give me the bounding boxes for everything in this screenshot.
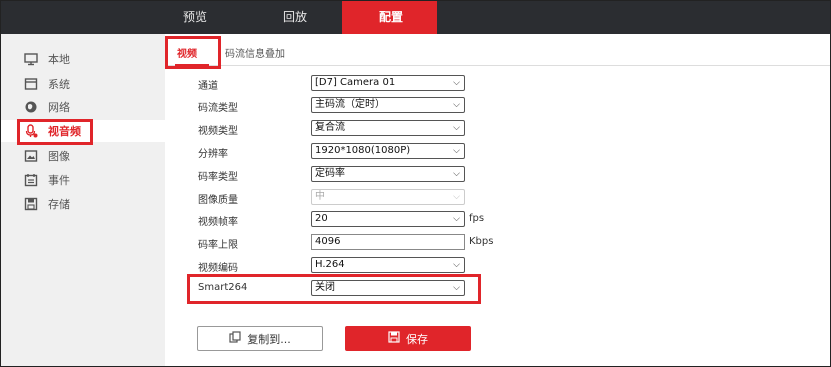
chevron-down-icon: ⌵	[453, 123, 460, 133]
form-row-resolution: 分辨率 1920*1080(1080P) ⌵	[165, 141, 830, 161]
form-row-video-type: 视频类型 复合流 ⌵	[165, 118, 830, 138]
sidebar-item-label: 本地	[48, 53, 70, 66]
image-quality-select: 中 ⌵	[311, 189, 465, 205]
bitrate-type-select[interactable]: 定码率 ⌵	[311, 166, 465, 182]
sidebar-item-label: 事件	[48, 174, 70, 187]
nav-preview[interactable]: 预览	[145, 1, 245, 34]
save-button[interactable]: 保存	[345, 326, 471, 351]
main-panel: 视频 码流信息叠加 通道 [D7] Camera 01 ⌵ 码流类型 主码流（定时…	[165, 34, 830, 366]
sidebar-item-storage[interactable]: 存储	[1, 193, 165, 215]
resolution-label: 分辨率	[198, 149, 228, 160]
tab-bar: 视频 码流信息叠加	[165, 34, 830, 66]
sidebar: 本地 系统 网络 视音频 图像 事件 存储	[1, 34, 165, 366]
chevron-down-icon: ⌵	[453, 100, 460, 110]
encoding-label: 视频编码	[198, 263, 238, 274]
monitor-icon	[24, 52, 38, 66]
chevron-down-icon: ⌵	[453, 260, 460, 270]
video-type-label: 视频类型	[198, 126, 238, 137]
form-row-image-quality: 图像质量 中 ⌵	[165, 187, 830, 207]
floppy-disk-icon	[24, 197, 38, 211]
chevron-down-icon: ⌵	[453, 78, 460, 88]
image-icon	[24, 149, 38, 163]
channel-select[interactable]: [D7] Camera 01 ⌵	[311, 75, 465, 91]
sidebar-item-label: 图像	[48, 150, 70, 163]
chevron-down-icon: ⌵	[453, 192, 460, 202]
sidebar-item-event[interactable]: 事件	[1, 169, 165, 191]
chevron-down-icon: ⌵	[453, 283, 460, 293]
form-row-bitrate-type: 码率类型 定码率 ⌵	[165, 164, 830, 184]
system-window-icon	[24, 77, 38, 91]
form-row-encoding: 视频编码 H.264 ⌵	[165, 255, 830, 275]
stream-type-select[interactable]: 主码流（定时） ⌵	[311, 97, 465, 113]
sidebar-item-label: 视音频	[48, 125, 81, 138]
form-row-stream-type: 码流类型 主码流（定时） ⌵	[165, 95, 830, 115]
microphone-icon	[24, 124, 38, 138]
sidebar-item-system[interactable]: 系统	[1, 73, 165, 95]
bitrate-max-input[interactable]: 4096	[311, 234, 465, 250]
bitrate-max-label: 码率上限	[198, 240, 238, 251]
sidebar-item-network[interactable]: 网络	[1, 96, 165, 118]
sidebar-item-local[interactable]: 本地	[1, 48, 165, 70]
video-type-select[interactable]: 复合流 ⌵	[311, 120, 465, 136]
tab-video[interactable]: 视频	[177, 45, 197, 60]
sidebar-item-label: 系统	[48, 78, 70, 91]
smart264-label: Smart264	[198, 282, 248, 293]
form-row-bitrate-max: 码率上限 4096 Kbps	[165, 232, 830, 252]
sidebar-item-audio-video[interactable]: 视音频	[1, 120, 165, 142]
active-tab-indicator	[175, 64, 209, 66]
chevron-down-icon: ⌵	[453, 146, 460, 156]
globe-icon	[24, 100, 38, 114]
form-row-framerate: 视频帧率 20 ⌵ fps	[165, 209, 830, 229]
top-nav: 预览 回放 配置	[145, 1, 437, 34]
form-row-channel: 通道 [D7] Camera 01 ⌵	[165, 73, 830, 93]
image-quality-label: 图像质量	[198, 195, 238, 206]
encoding-select[interactable]: H.264 ⌵	[311, 257, 465, 273]
smart264-select[interactable]: 关闭 ⌵	[311, 280, 465, 296]
framerate-unit: fps	[469, 213, 485, 224]
resolution-select[interactable]: 1920*1080(1080P) ⌵	[311, 143, 465, 159]
framerate-label: 视频帧率	[198, 217, 238, 228]
chevron-down-icon: ⌵	[453, 214, 460, 224]
copy-to-button[interactable]: 复制到...	[197, 326, 323, 351]
tab-stream-overlay[interactable]: 码流信息叠加	[225, 45, 285, 60]
sidebar-item-image[interactable]: 图像	[1, 145, 165, 167]
sidebar-item-label: 存储	[48, 198, 70, 211]
sidebar-item-label: 网络	[48, 101, 70, 114]
bitrate-max-unit: Kbps	[469, 236, 494, 247]
chevron-down-icon: ⌵	[453, 169, 460, 179]
channel-label: 通道	[198, 81, 218, 92]
save-icon	[388, 331, 400, 346]
top-nav-bar: 预览 回放 配置	[1, 1, 830, 34]
nav-config[interactable]: 配置	[345, 1, 437, 34]
framerate-select[interactable]: 20 ⌵	[311, 211, 465, 227]
calendar-icon	[24, 173, 38, 187]
stream-type-label: 码流类型	[198, 103, 238, 114]
copy-icon	[229, 331, 241, 346]
form-row-smart264: Smart264 关闭 ⌵	[165, 278, 830, 298]
bitrate-type-label: 码率类型	[198, 172, 238, 183]
nav-playback[interactable]: 回放	[245, 1, 345, 34]
